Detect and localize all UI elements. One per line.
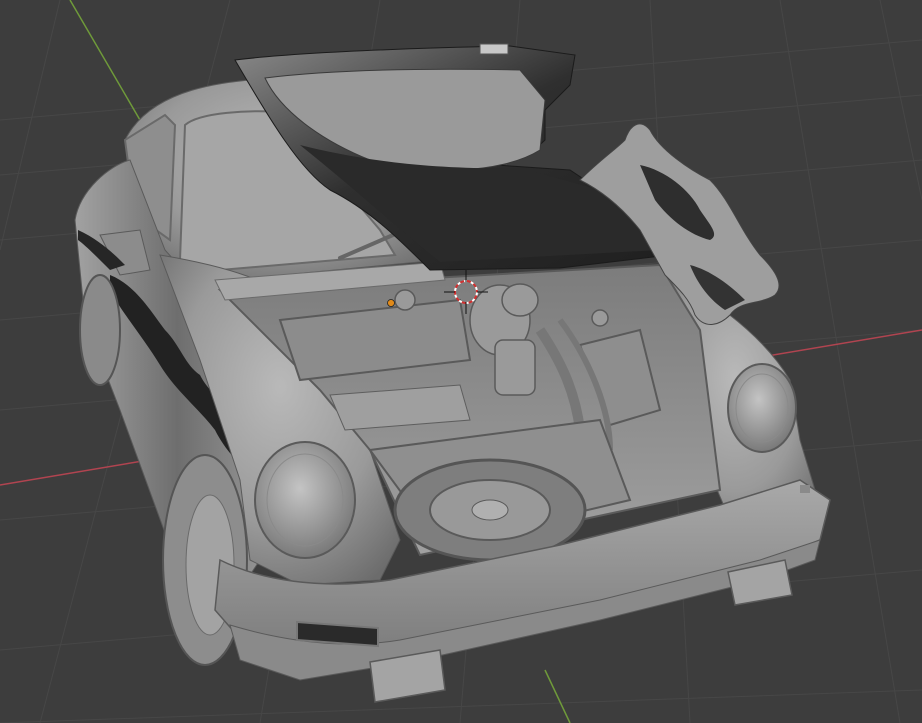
headlight-right bbox=[727, 363, 797, 453]
headlight-left bbox=[254, 441, 356, 559]
spare-wheel-hub bbox=[471, 499, 509, 521]
y-axis-line bbox=[69, 0, 141, 121]
3d-viewport[interactable] bbox=[0, 0, 922, 723]
car-model[interactable] bbox=[74, 43, 831, 703]
wheel-rear-left bbox=[79, 274, 121, 386]
y-axis-line-lower bbox=[544, 669, 571, 723]
viewport-canvas[interactable] bbox=[0, 0, 922, 723]
side-marker bbox=[800, 485, 810, 493]
hood-latch bbox=[479, 43, 509, 55]
object-origin-point bbox=[387, 299, 395, 307]
